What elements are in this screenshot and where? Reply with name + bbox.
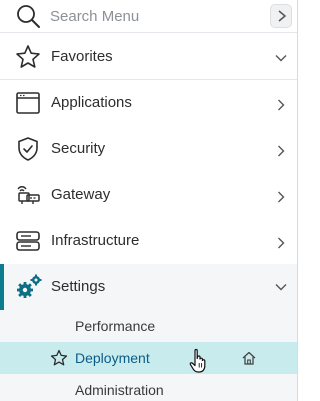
gears-icon <box>17 274 42 298</box>
server-icon <box>16 231 40 251</box>
sidebar-item-label: Gateway <box>51 186 111 203</box>
submenu-item-performance[interactable]: Performance <box>0 310 297 342</box>
sidebar-item-label: Infrastructure <box>51 232 140 249</box>
submenu-item-label: Administration <box>75 382 164 398</box>
home-icon[interactable] <box>241 350 257 366</box>
hand-pointer-cursor-icon <box>189 348 206 373</box>
shield-check-icon <box>18 137 38 161</box>
sidebar-item-label: Applications <box>51 94 132 111</box>
search-go-button[interactable] <box>270 4 292 28</box>
sidebar-item-gateway[interactable]: Gateway <box>0 172 297 218</box>
sidebar-item-applications[interactable]: Applications <box>0 80 297 126</box>
sidebar-item-security[interactable]: Security <box>0 126 297 172</box>
chevron-down-icon <box>275 55 287 62</box>
sidebar-item-infrastructure[interactable]: Infrastructure <box>0 218 297 264</box>
chevron-right-icon <box>278 99 285 111</box>
search-bar <box>0 0 297 33</box>
search-icon[interactable] <box>15 3 41 29</box>
chevron-right-icon <box>278 145 285 157</box>
gateway-icon <box>17 186 40 204</box>
submenu-item-label: Performance <box>75 318 156 334</box>
settings-label: Settings <box>51 278 106 295</box>
star-icon <box>16 45 40 68</box>
chevron-right-icon <box>278 237 285 249</box>
active-indicator <box>0 264 4 310</box>
navigation-menu: Favorites Applications Security <box>0 0 298 401</box>
chevron-right-icon <box>278 10 287 22</box>
submenu-item-deployment[interactable]: Deployment <box>0 342 297 374</box>
sidebar-item-label: Security <box>51 140 106 157</box>
chevron-right-icon <box>278 191 285 203</box>
search-input[interactable] <box>50 3 265 29</box>
settings-section: Settings Performance Deployment Administ… <box>0 264 297 401</box>
star-outline-icon[interactable] <box>50 349 68 367</box>
favorites-label: Favorites <box>51 48 113 65</box>
chevron-down-icon <box>275 284 287 291</box>
applications-window-icon <box>16 92 40 114</box>
favorites-section[interactable]: Favorites <box>0 34 297 80</box>
submenu-item-administration[interactable]: Administration <box>0 374 297 401</box>
submenu-item-label: Deployment <box>75 350 150 366</box>
sidebar-item-settings[interactable]: Settings <box>0 264 297 310</box>
